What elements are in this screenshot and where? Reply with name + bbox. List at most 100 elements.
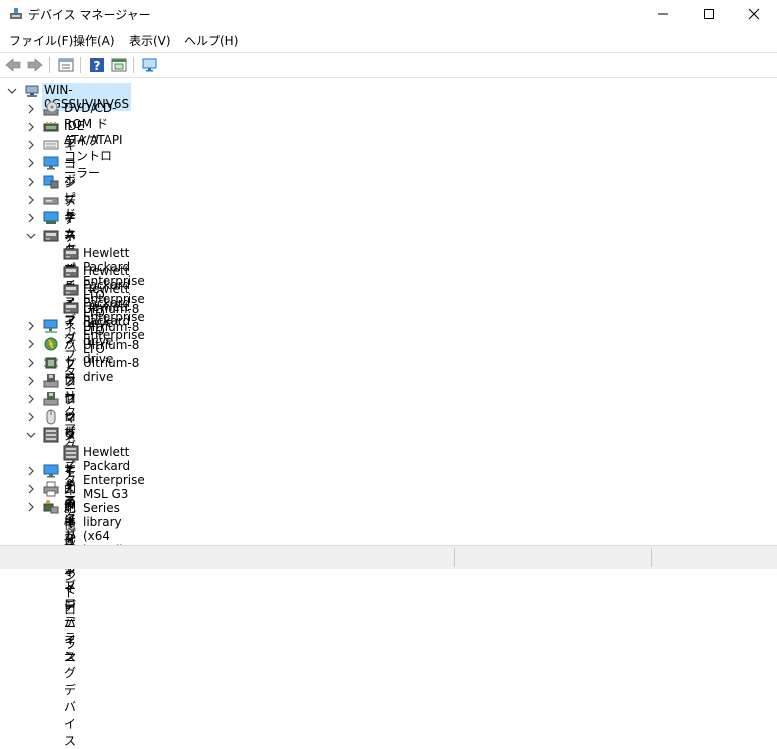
close-icon: [748, 8, 760, 20]
network-adapter-icon: [43, 319, 58, 334]
help-button[interactable]: ?: [88, 56, 106, 74]
expand-chevron[interactable]: [25, 212, 37, 224]
expand-chevron[interactable]: [25, 375, 37, 387]
expand-chevron[interactable]: [25, 411, 37, 423]
toolbar-separator: [133, 57, 134, 73]
display-adapter-icon: [43, 211, 59, 224]
properties-button[interactable]: [57, 56, 75, 74]
menu-action[interactable]: 操作(A): [73, 32, 115, 49]
forward-button[interactable]: [26, 56, 44, 74]
menu-help[interactable]: ヘルプ(H): [184, 32, 238, 49]
help-icon: ?: [90, 58, 104, 73]
chevron-right-icon: [28, 376, 34, 386]
expand-chevron[interactable]: [25, 338, 37, 350]
chevron-right-icon: [28, 339, 34, 349]
title-bar: デバイス マネージャー: [0, 0, 777, 28]
expand-chevron[interactable]: [25, 194, 37, 206]
processor-icon: [44, 357, 58, 368]
ide-controller-icon: [43, 122, 59, 132]
window-title: デバイス マネージャー: [28, 8, 151, 22]
chevron-right-icon: [28, 484, 34, 494]
status-bar: [0, 545, 777, 569]
mouse-icon: [46, 409, 56, 425]
scan-hardware-button[interactable]: [141, 56, 159, 74]
chevron-right-icon: [28, 412, 34, 422]
maximize-button[interactable]: [686, 0, 732, 28]
expand-chevron[interactable]: [25, 465, 37, 477]
keyboard-icon: [43, 140, 59, 150]
tape-drive-icon: [63, 248, 79, 260]
status-separator: [651, 548, 652, 567]
battery-icon: [44, 337, 58, 351]
floppy-drive-icon: [43, 373, 59, 388]
status-separator: [454, 548, 455, 567]
tree-item-label: Hewlett Packard Enterprise MSL G3 Series…: [83, 445, 145, 557]
chevron-right-icon: [28, 213, 34, 223]
computer-network-icon: [25, 85, 39, 97]
chevron-right-icon: [28, 321, 34, 331]
tree-item-label: Hewlett Packard Enterprise LTO Ultrium-8…: [83, 300, 145, 385]
monitor-icon: [43, 464, 59, 478]
tape-drive-icon: [63, 302, 79, 314]
expand-chevron[interactable]: [25, 501, 37, 513]
collapse-chevron[interactable]: [25, 230, 37, 242]
tape-drive-icon: [43, 230, 59, 242]
chevron-down-icon: [26, 432, 36, 438]
svg-text:?: ?: [94, 59, 101, 73]
chevron-right-icon: [28, 104, 34, 114]
expand-chevron[interactable]: [25, 483, 37, 495]
chevron-down-icon: [7, 88, 17, 94]
expand-chevron[interactable]: [25, 121, 37, 133]
system-device-icon: [43, 175, 59, 188]
forward-arrow-icon: [27, 58, 43, 72]
device-tree[interactable]: WIN-0GSSUVJNV6S DVD/CD-ROM ドライブ IDE ATA/AT…: [0, 78, 777, 748]
properties-icon: [58, 58, 74, 72]
printer-icon: [43, 481, 59, 497]
chevron-right-icon: [28, 158, 34, 168]
chevron-right-icon: [28, 177, 34, 186]
collapse-chevron[interactable]: [6, 85, 18, 97]
media-changer-icon: [63, 445, 79, 461]
chevron-right-icon: [28, 466, 34, 476]
toolbar: ?: [0, 52, 777, 78]
chevron-down-icon: [26, 233, 36, 239]
expand-chevron[interactable]: [25, 176, 37, 188]
chevron-right-icon: [28, 122, 34, 132]
monitor-scan-icon: [142, 58, 157, 72]
chevron-right-icon: [28, 140, 34, 150]
expand-chevron[interactable]: [25, 357, 37, 369]
expand-chevron[interactable]: [25, 320, 37, 332]
chevron-right-icon: [28, 358, 34, 367]
minimize-icon: [658, 13, 668, 15]
minimize-button[interactable]: [640, 0, 686, 28]
expand-chevron[interactable]: [25, 157, 37, 169]
update-driver-button[interactable]: [110, 56, 128, 74]
expand-chevron[interactable]: [25, 393, 37, 405]
floppy-controller-icon: [43, 391, 59, 406]
expand-chevron[interactable]: [25, 139, 37, 151]
toolbar-separator: [49, 57, 50, 73]
menu-view[interactable]: 表示(V): [129, 32, 171, 49]
collapse-chevron[interactable]: [25, 429, 37, 441]
chevron-right-icon: [28, 502, 34, 512]
tape-drive-icon: [63, 284, 79, 296]
close-button[interactable]: [731, 0, 777, 28]
computer-icon: [43, 156, 59, 170]
chevron-right-icon: [28, 195, 34, 205]
maximize-icon: [704, 9, 714, 19]
toolbar-separator: [80, 57, 81, 73]
back-button[interactable]: [4, 56, 22, 74]
dvd-drive-icon: [43, 101, 59, 116]
update-driver-icon: [111, 58, 127, 72]
tape-drive-icon: [63, 266, 79, 278]
menu-file[interactable]: ファイル(F): [9, 32, 73, 49]
chevron-right-icon: [28, 394, 34, 404]
storage-controller-icon: [43, 500, 59, 514]
device-manager-icon: [10, 8, 22, 19]
back-arrow-icon: [5, 58, 21, 72]
disk-drive-icon: [43, 197, 59, 205]
tree-item-label: 記憶域コントローラー: [64, 501, 77, 669]
media-changer-icon: [43, 427, 59, 443]
expand-chevron[interactable]: [25, 103, 37, 115]
menu-bar: ファイル(F) 操作(A) 表示(V) ヘルプ(H): [0, 30, 777, 50]
